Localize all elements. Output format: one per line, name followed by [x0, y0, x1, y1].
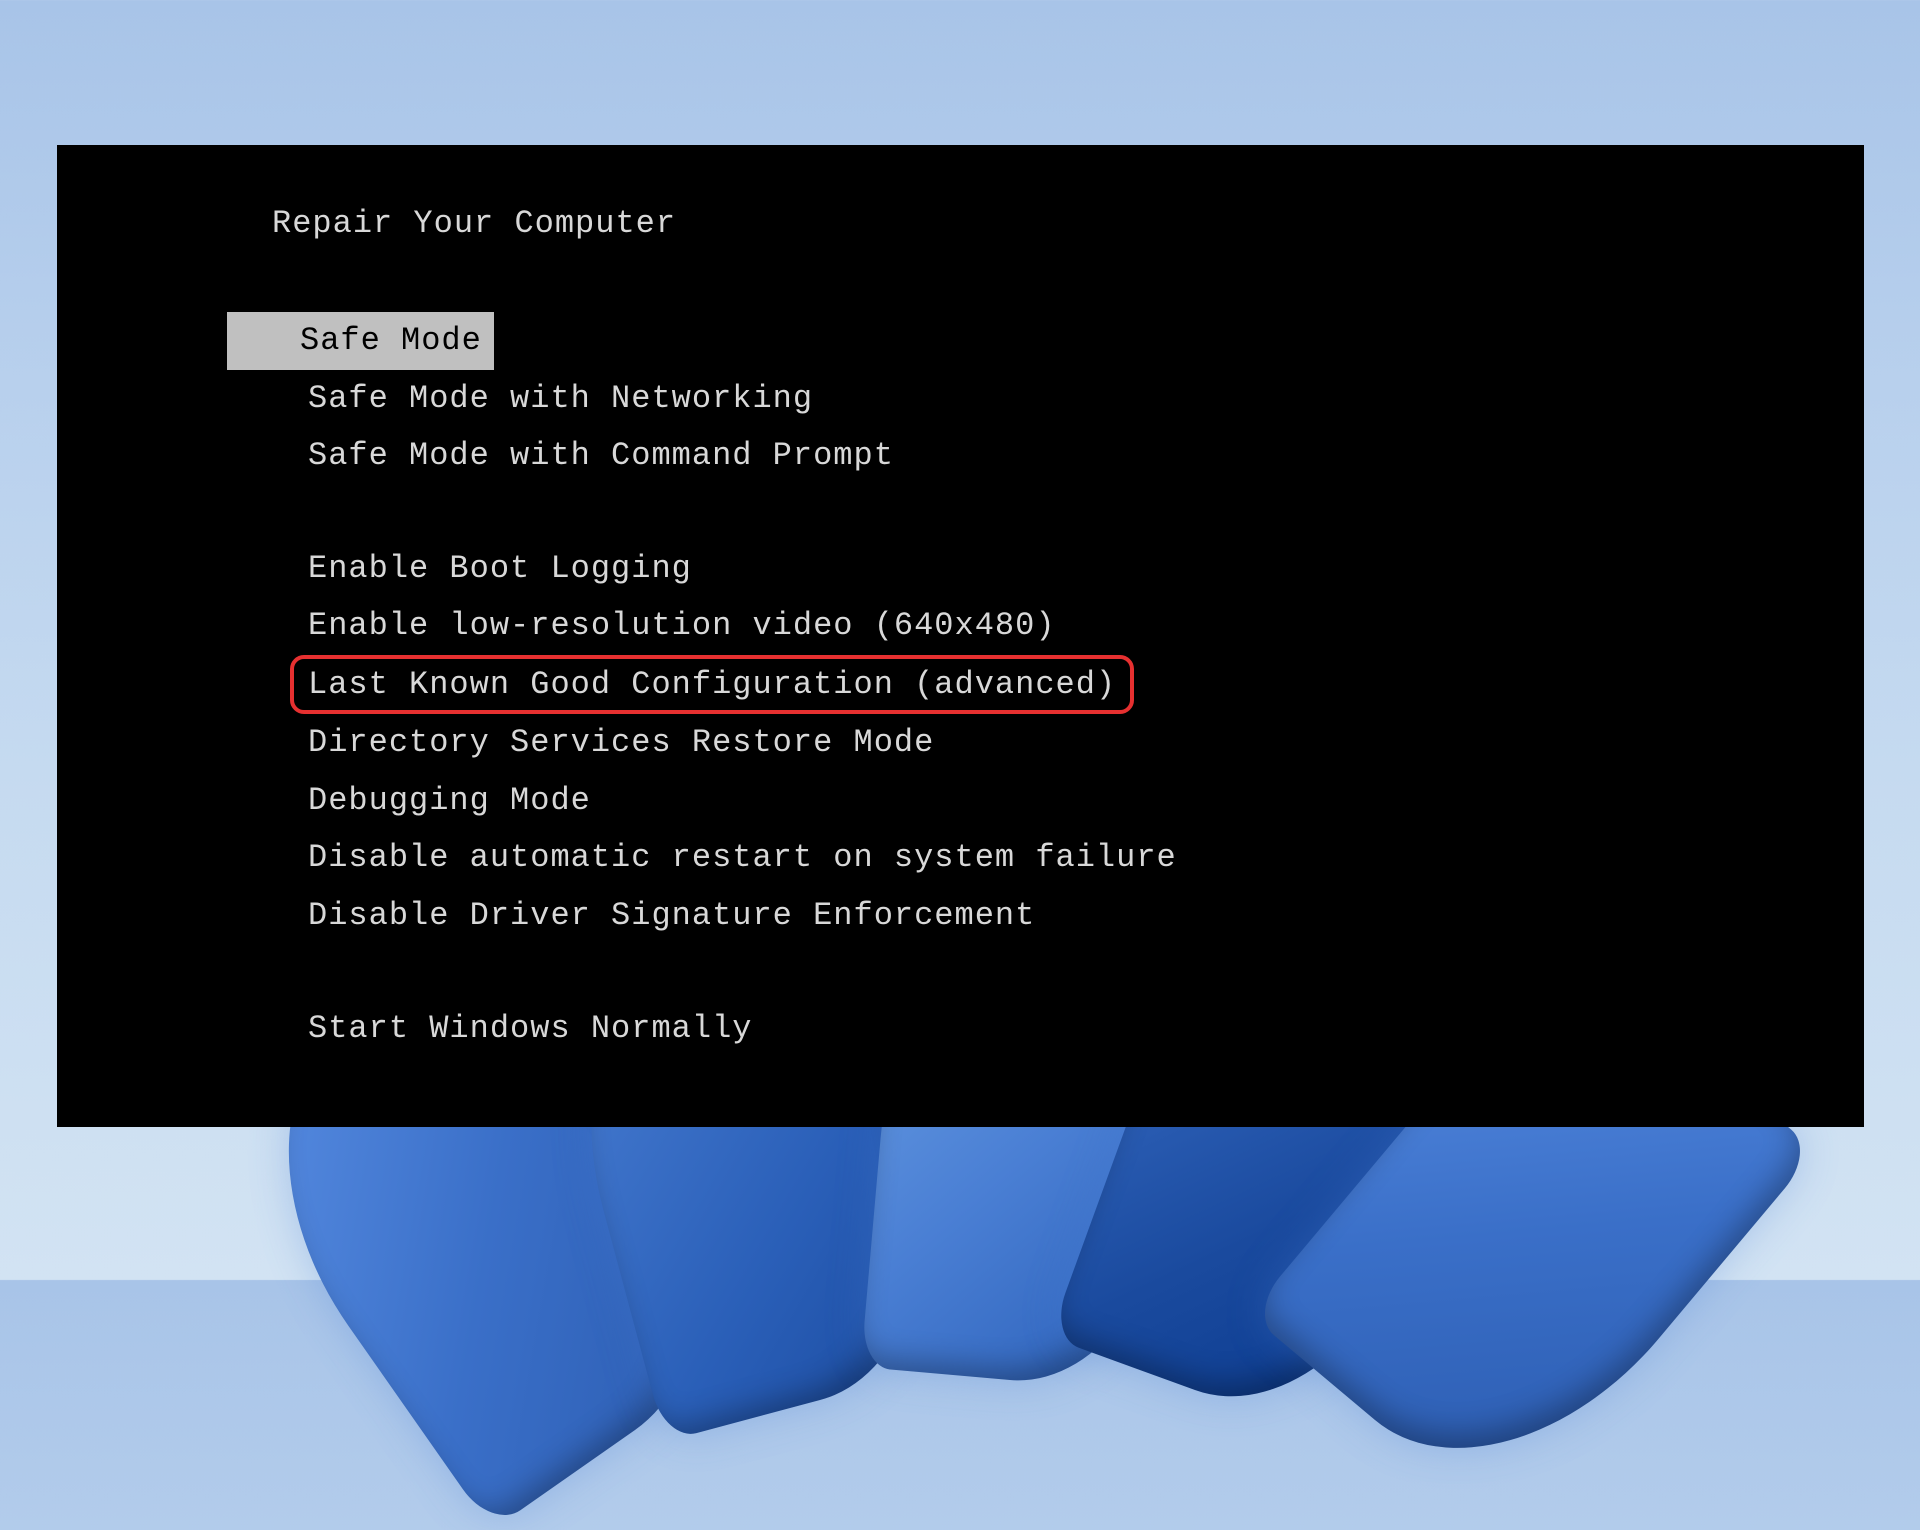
menu-item-last-known-good-config[interactable]: Last Known Good Configuration (advanced) — [290, 655, 1134, 714]
menu-group-normal: Start Windows Normally — [272, 1000, 1864, 1058]
menu-group-advanced: Enable Boot Logging Enable low-resolutio… — [272, 540, 1864, 945]
menu-item-start-windows-normally[interactable]: Start Windows Normally — [300, 1000, 760, 1058]
menu-item-directory-services-restore[interactable]: Directory Services Restore Mode — [300, 714, 942, 772]
advanced-boot-options-menu: Repair Your Computer Safe Mode Safe Mode… — [57, 145, 1864, 1127]
menu-title: Repair Your Computer — [272, 205, 1864, 242]
menu-item-low-resolution-video[interactable]: Enable low-resolution video (640x480) — [300, 597, 1064, 655]
menu-item-safe-mode[interactable]: Safe Mode — [227, 312, 494, 370]
menu-item-safe-mode-command-prompt[interactable]: Safe Mode with Command Prompt — [300, 427, 902, 485]
menu-item-safe-mode-networking[interactable]: Safe Mode with Networking — [300, 370, 821, 428]
menu-item-enable-boot-logging[interactable]: Enable Boot Logging — [300, 540, 700, 598]
menu-item-debugging-mode[interactable]: Debugging Mode — [300, 772, 599, 830]
menu-item-disable-auto-restart[interactable]: Disable automatic restart on system fail… — [300, 829, 1185, 887]
menu-item-disable-driver-signature[interactable]: Disable Driver Signature Enforcement — [300, 887, 1043, 945]
menu-group-safe-mode: Safe Mode Safe Mode with Networking Safe… — [272, 312, 1864, 485]
